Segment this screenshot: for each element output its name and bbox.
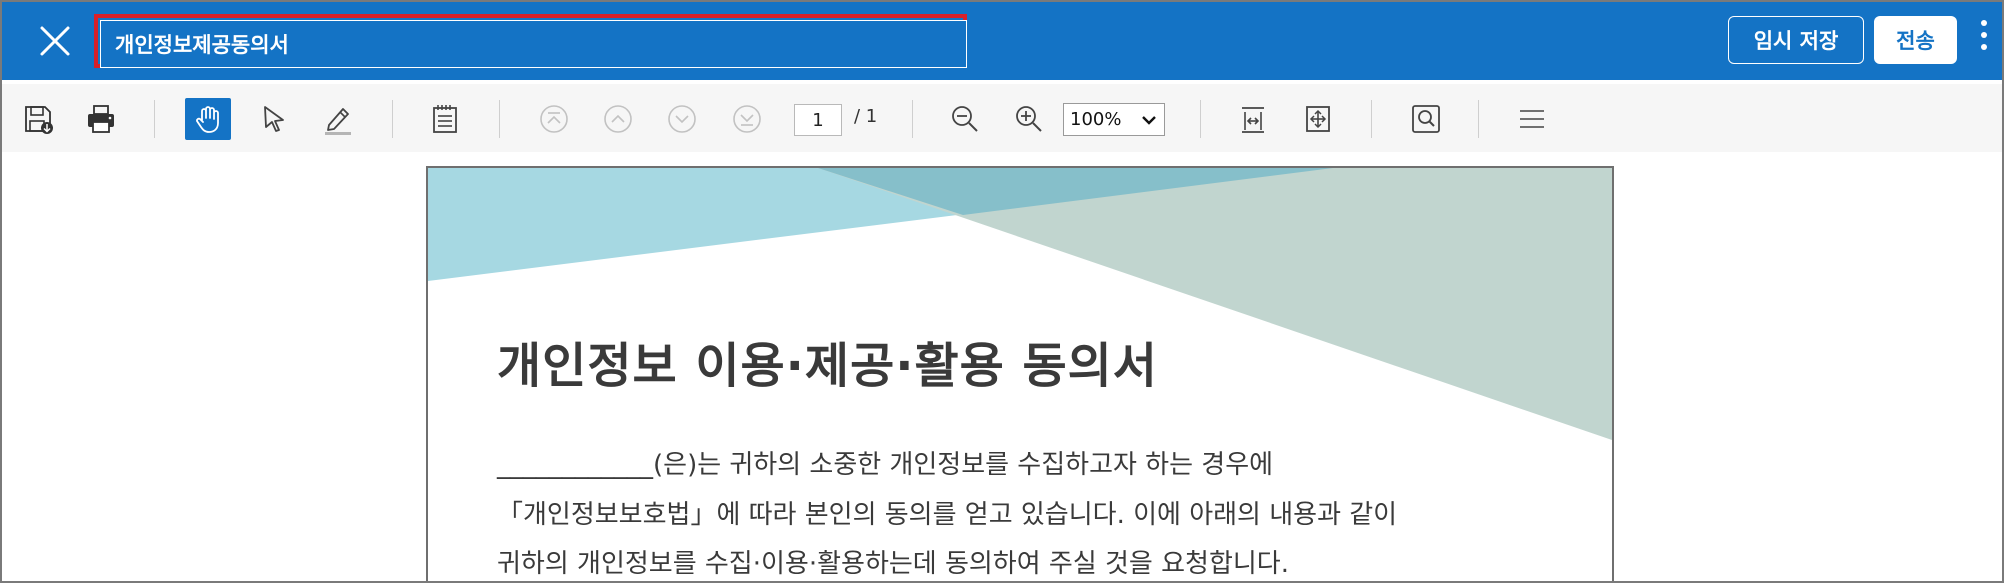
more-vertical-icon[interactable]: [1976, 20, 1992, 62]
print-icon[interactable]: [78, 98, 124, 140]
first-page-icon[interactable]: [531, 98, 577, 140]
toolbar-separator: [912, 100, 913, 138]
search-icon[interactable]: [1403, 98, 1449, 140]
toolbar-separator: [1200, 100, 1201, 138]
toolbar-separator: [1478, 100, 1479, 138]
notes-icon[interactable]: [422, 98, 468, 140]
zoom-level-value: 100%: [1070, 109, 1122, 130]
document-paragraph-line: 「개인정보보호법」에 따라 본인의 동의를 얻고 있습니다. 이에 아래의 내용…: [497, 500, 1398, 530]
document-heading: 개인정보 이용·제공·활용 동의서: [497, 338, 1158, 394]
zoom-in-icon[interactable]: [1006, 98, 1052, 140]
top-header-bar: 임시 저장 전송: [2, 2, 2002, 80]
fit-width-icon[interactable]: [1230, 98, 1276, 140]
document-paragraph-line: 귀하의 개인정보를 수집·이용·활용하는데 동의하여 주실 것을 요청합니다.: [497, 549, 1289, 579]
fit-page-icon[interactable]: [1295, 98, 1341, 140]
document-page: 개인정보 이용·제공·활용 동의서 ____________(은)는 귀하의 소…: [426, 166, 1614, 581]
toolbar-separator: [154, 100, 155, 138]
document-signing-window: 임시 저장 전송: [0, 0, 2004, 583]
next-page-icon[interactable]: [659, 98, 705, 140]
title-highlight-box: [94, 14, 967, 68]
select-pointer-icon[interactable]: [251, 98, 297, 140]
chevron-down-icon: [1142, 116, 1156, 125]
viewer-toolbar: / 1 100%: [2, 84, 2002, 152]
send-button[interactable]: 전송: [1874, 16, 1957, 64]
zoom-level-select[interactable]: 100%: [1063, 103, 1165, 136]
zoom-out-icon[interactable]: [942, 98, 988, 140]
document-title-input[interactable]: [100, 20, 967, 68]
document-viewer[interactable]: 개인정보 이용·제공·활용 동의서 ____________(은)는 귀하의 소…: [2, 152, 2002, 581]
toolbar-separator: [392, 100, 393, 138]
save-icon[interactable]: [15, 98, 61, 140]
hand-tool-icon[interactable]: [185, 98, 231, 140]
menu-icon[interactable]: [1509, 98, 1555, 140]
previous-page-icon[interactable]: [595, 98, 641, 140]
toolbar-separator: [499, 100, 500, 138]
document-paragraph-line: ____________(은)는 귀하의 소중한 개인정보를 수집하고자 하는 …: [497, 450, 1274, 480]
toolbar-separator: [1371, 100, 1372, 138]
last-page-icon[interactable]: [724, 98, 770, 140]
current-page-input[interactable]: [794, 104, 842, 136]
page-total: / 1: [854, 106, 878, 127]
highlighter-icon[interactable]: [315, 98, 361, 140]
temp-save-button[interactable]: 임시 저장: [1728, 16, 1864, 64]
close-icon[interactable]: [36, 22, 74, 60]
